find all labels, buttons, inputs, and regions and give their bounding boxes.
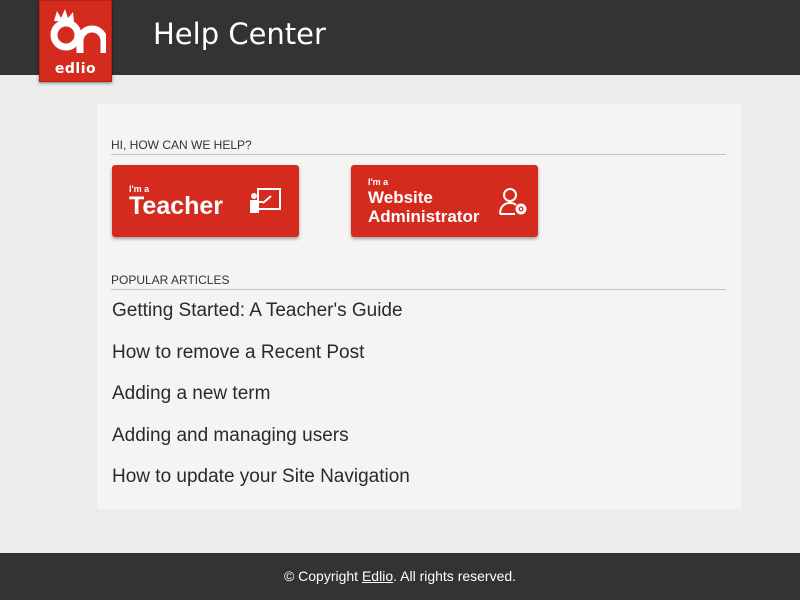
article-link[interactable]: Adding and managing users	[112, 423, 410, 465]
logo-wordmark: edlio	[54, 61, 97, 77]
help-heading: HI, HOW CAN WE HELP?	[111, 138, 726, 155]
help-panel: HI, HOW CAN WE HELP? I'm a Teacher I'm a…	[97, 104, 742, 509]
article-link[interactable]: How to remove a Recent Post	[112, 340, 410, 382]
teacher-label: Teacher	[129, 192, 224, 220]
admin-prefix: I'm a	[368, 177, 389, 187]
article-link[interactable]: Adding a new term	[112, 381, 410, 423]
copyright-suffix: . All rights reserved.	[393, 568, 517, 584]
popular-articles-list: Getting Started: A Teacher's Guide How t…	[112, 298, 410, 506]
admin-user-gear-icon	[499, 188, 527, 215]
edlio-link[interactable]: Edlio	[362, 568, 393, 584]
article-link[interactable]: How to update your Site Navigation	[112, 464, 410, 506]
admin-label: Website Administrator	[368, 188, 480, 226]
article-link[interactable]: Getting Started: A Teacher's Guide	[112, 298, 410, 340]
popular-articles-heading: POPULAR ARTICLES	[111, 273, 726, 290]
teacher-board-icon	[250, 188, 281, 213]
site-footer: © Copyright Edlio. All rights reserved.	[0, 553, 800, 600]
website-administrator-button[interactable]: I'm a Website Administrator	[351, 165, 538, 237]
site-header: edlio Help Center	[0, 0, 800, 82]
page-title: Help Center	[153, 17, 326, 51]
teacher-button[interactable]: I'm a Teacher	[112, 165, 299, 237]
edlio-mark-icon	[50, 9, 106, 53]
copyright-prefix: © Copyright	[283, 568, 362, 584]
edlio-logo[interactable]: edlio	[39, 0, 112, 82]
